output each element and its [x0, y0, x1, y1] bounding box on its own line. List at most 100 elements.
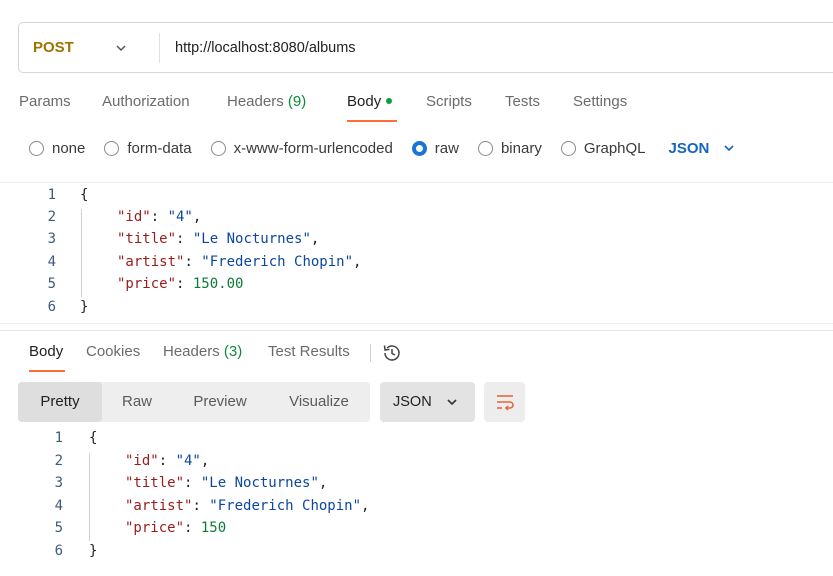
line-number: 3: [54, 475, 63, 491]
json-key: "artist": [117, 254, 185, 270]
wrap-lines-button[interactable]: [484, 382, 525, 422]
tab-body[interactable]: Body: [347, 86, 397, 122]
headers-count: (9): [287, 93, 307, 110]
headers-count: (3): [223, 343, 243, 360]
line-number: 1: [54, 430, 63, 446]
json-sep: :: [184, 254, 202, 270]
line-number: 5: [54, 520, 63, 536]
json-line-artist: "artist": "Frederich Chopin",: [117, 251, 361, 273]
response-format-select[interactable]: JSON: [380, 382, 475, 422]
json-line-id: "id": "4",: [125, 450, 209, 472]
wrap-lines-icon: [496, 395, 514, 411]
body-type-raw[interactable]: raw: [411, 139, 459, 157]
chevron-down-icon: [447, 399, 457, 406]
json-line-title: "title": "Le Nocturnes",: [117, 228, 319, 250]
indent-guide: [89, 453, 90, 541]
option-label: x-www-form-urlencoded: [233, 139, 393, 157]
json-comma: ,: [353, 254, 362, 270]
tab-cookies[interactable]: Cookies: [86, 334, 163, 372]
json-comma: ,: [192, 209, 202, 225]
json-value: "4": [167, 209, 193, 225]
json-sep: :: [176, 276, 193, 292]
tab-label: Headers: [163, 343, 220, 360]
tab-label: Authorization: [102, 93, 190, 110]
json-value: 150: [200, 520, 227, 536]
view-mode-preview[interactable]: Preview: [172, 382, 268, 422]
divider: [370, 344, 371, 362]
line-number: 2: [47, 209, 56, 225]
json-key: "artist": [125, 498, 193, 514]
indent-guide: [81, 209, 82, 297]
option-label: raw: [434, 139, 459, 157]
json-comma: ,: [310, 231, 320, 247]
json-line-price: "price": 150.00: [117, 273, 243, 295]
tab-authorization[interactable]: Authorization: [102, 86, 227, 122]
body-type-urlencoded[interactable]: x-www-form-urlencoded: [210, 139, 393, 157]
tab-response-headers[interactable]: Headers (3): [163, 334, 268, 372]
option-label: none: [52, 139, 86, 157]
tab-label: Cookies: [86, 343, 141, 360]
json-value: 150.00: [192, 276, 244, 292]
json-key: "title": [117, 231, 177, 247]
chevron-down-icon: [116, 44, 126, 51]
url-input[interactable]: http://localhost:8080/albums: [160, 40, 356, 56]
radio-icon: [477, 140, 493, 156]
tab-label: Body: [347, 93, 382, 110]
close-brace: }: [89, 543, 98, 559]
tab-settings[interactable]: Settings: [573, 86, 643, 122]
json-line-artist: "artist": "Frederich Chopin",: [125, 495, 369, 517]
json-sep: :: [176, 231, 193, 247]
json-sep: :: [184, 475, 201, 491]
body-type-binary[interactable]: binary: [477, 139, 542, 157]
body-type-none[interactable]: none: [29, 140, 85, 157]
tab-test-results[interactable]: Test Results: [268, 334, 355, 372]
close-brace: }: [80, 299, 89, 315]
json-sep: :: [192, 498, 210, 514]
line-number: 2: [54, 453, 63, 469]
line-number: 4: [54, 498, 63, 514]
body-format-select[interactable]: JSON: [669, 140, 736, 157]
json-key: "price": [125, 520, 185, 536]
json-sep: :: [184, 520, 201, 536]
tab-tests[interactable]: Tests: [505, 86, 573, 122]
json-key: "id": [125, 453, 159, 469]
pane-divider[interactable]: [0, 330, 833, 331]
view-mode-pretty[interactable]: Pretty: [18, 382, 102, 422]
response-tabs: Body Cookies Headers (3) Test Results: [29, 334, 403, 372]
body-type-options: none form-data x-www-form-urlencoded raw…: [29, 136, 735, 160]
json-sep: :: [158, 453, 176, 469]
tab-scripts[interactable]: Scripts: [426, 86, 505, 122]
response-body-viewer[interactable]: 1 2 3 4 5 6 { "id": "4", "title": "Le No…: [0, 427, 833, 576]
body-indicator-dot: [386, 98, 393, 105]
view-mode-raw[interactable]: Raw: [102, 382, 172, 422]
line-number: 6: [47, 299, 56, 315]
json-value: "Le Nocturnes": [200, 475, 319, 491]
line-number: 3: [47, 231, 56, 247]
request-body-editor[interactable]: 1 2 3 4 5 6 { "id": "4", "title": "Le No…: [0, 182, 833, 324]
tab-response-body[interactable]: Body: [29, 334, 65, 372]
radio-icon: [29, 140, 44, 156]
url-bar: POST http://localhost:8080/albums: [18, 22, 833, 73]
json-key: "price": [117, 276, 177, 292]
open-brace: {: [80, 187, 89, 203]
method-select[interactable]: POST: [19, 23, 159, 72]
tab-label: Test Results: [268, 343, 350, 360]
tab-label: Scripts: [426, 93, 472, 110]
json-line-id: "id": "4",: [117, 206, 201, 228]
tab-label: Headers: [227, 93, 284, 110]
tab-headers[interactable]: Headers (9): [227, 86, 347, 122]
tab-label: Tests: [505, 93, 541, 110]
body-type-graphql[interactable]: GraphQL: [560, 139, 646, 157]
open-brace: {: [89, 430, 98, 446]
history-icon[interactable]: [381, 342, 403, 364]
json-sep: :: [150, 209, 168, 225]
view-mode-visualize[interactable]: Visualize: [268, 382, 370, 422]
chevron-down-icon: [724, 145, 734, 152]
tab-params[interactable]: Params: [19, 86, 102, 122]
option-label: binary: [500, 139, 542, 157]
line-number: 6: [54, 543, 63, 559]
option-label: GraphQL: [583, 139, 646, 157]
body-type-form-data[interactable]: form-data: [104, 140, 192, 157]
request-tabs: Params Authorization Headers (9) Body Sc…: [19, 86, 643, 122]
tab-label: Settings: [573, 93, 628, 110]
